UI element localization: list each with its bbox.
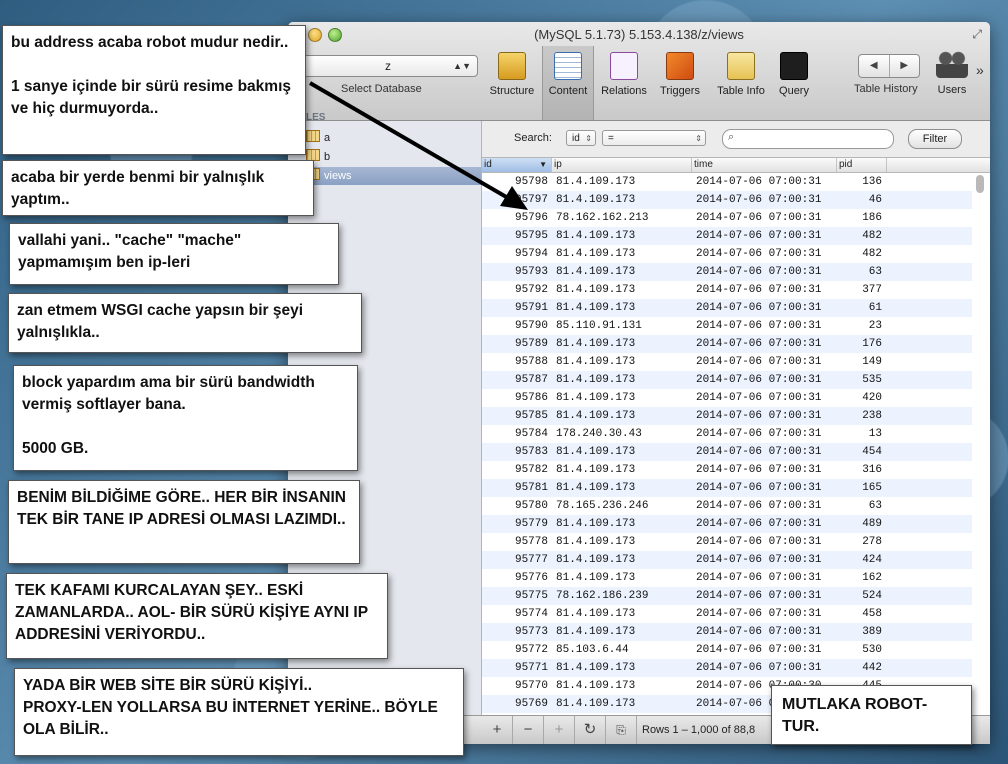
pointer-arrow xyxy=(308,81,528,210)
arrow-line xyxy=(308,81,517,204)
